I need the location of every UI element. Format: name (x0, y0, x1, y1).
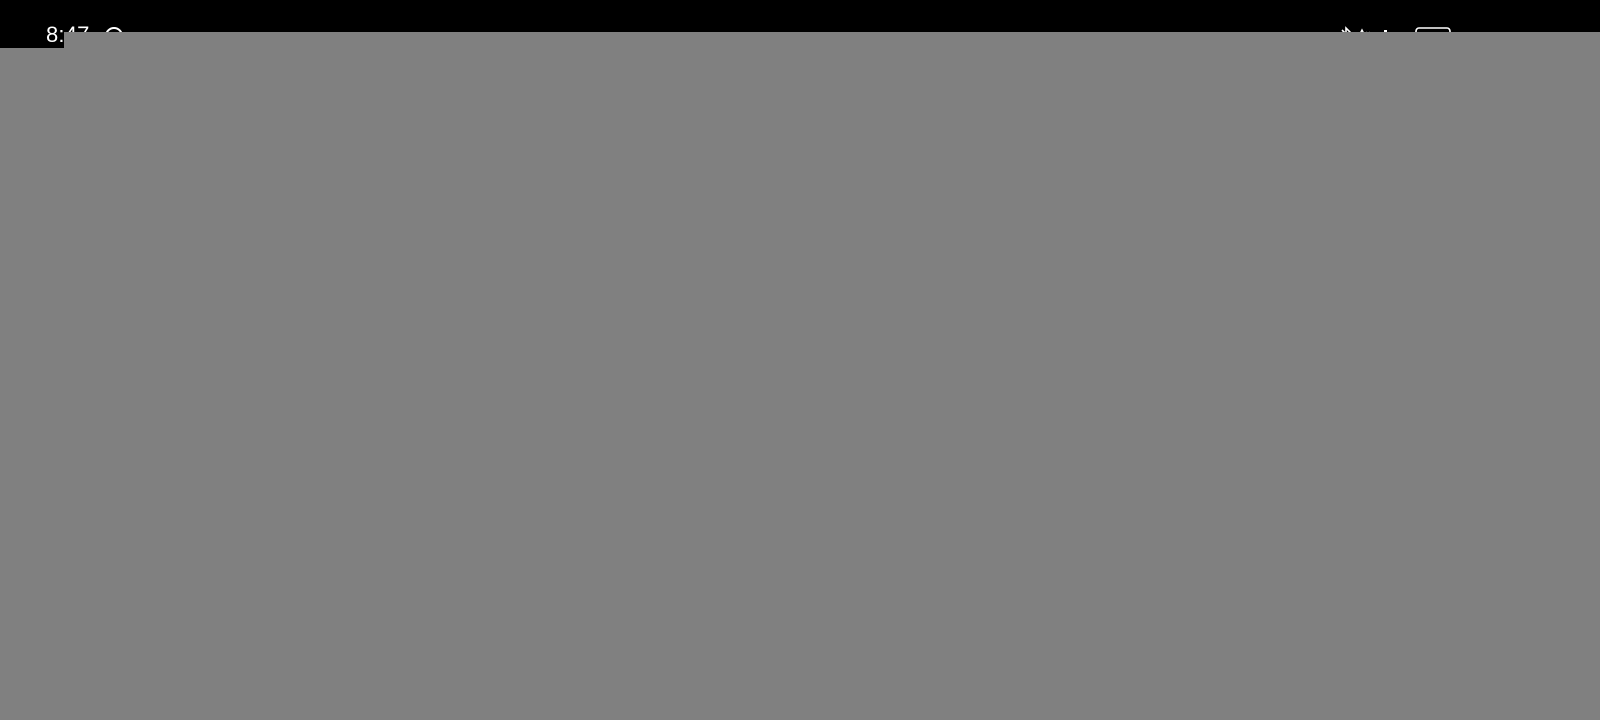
scrim-left (0, 48, 64, 720)
dim-overlay[interactable] (64, 32, 1600, 720)
screen: 8:47 (0, 0, 1600, 720)
